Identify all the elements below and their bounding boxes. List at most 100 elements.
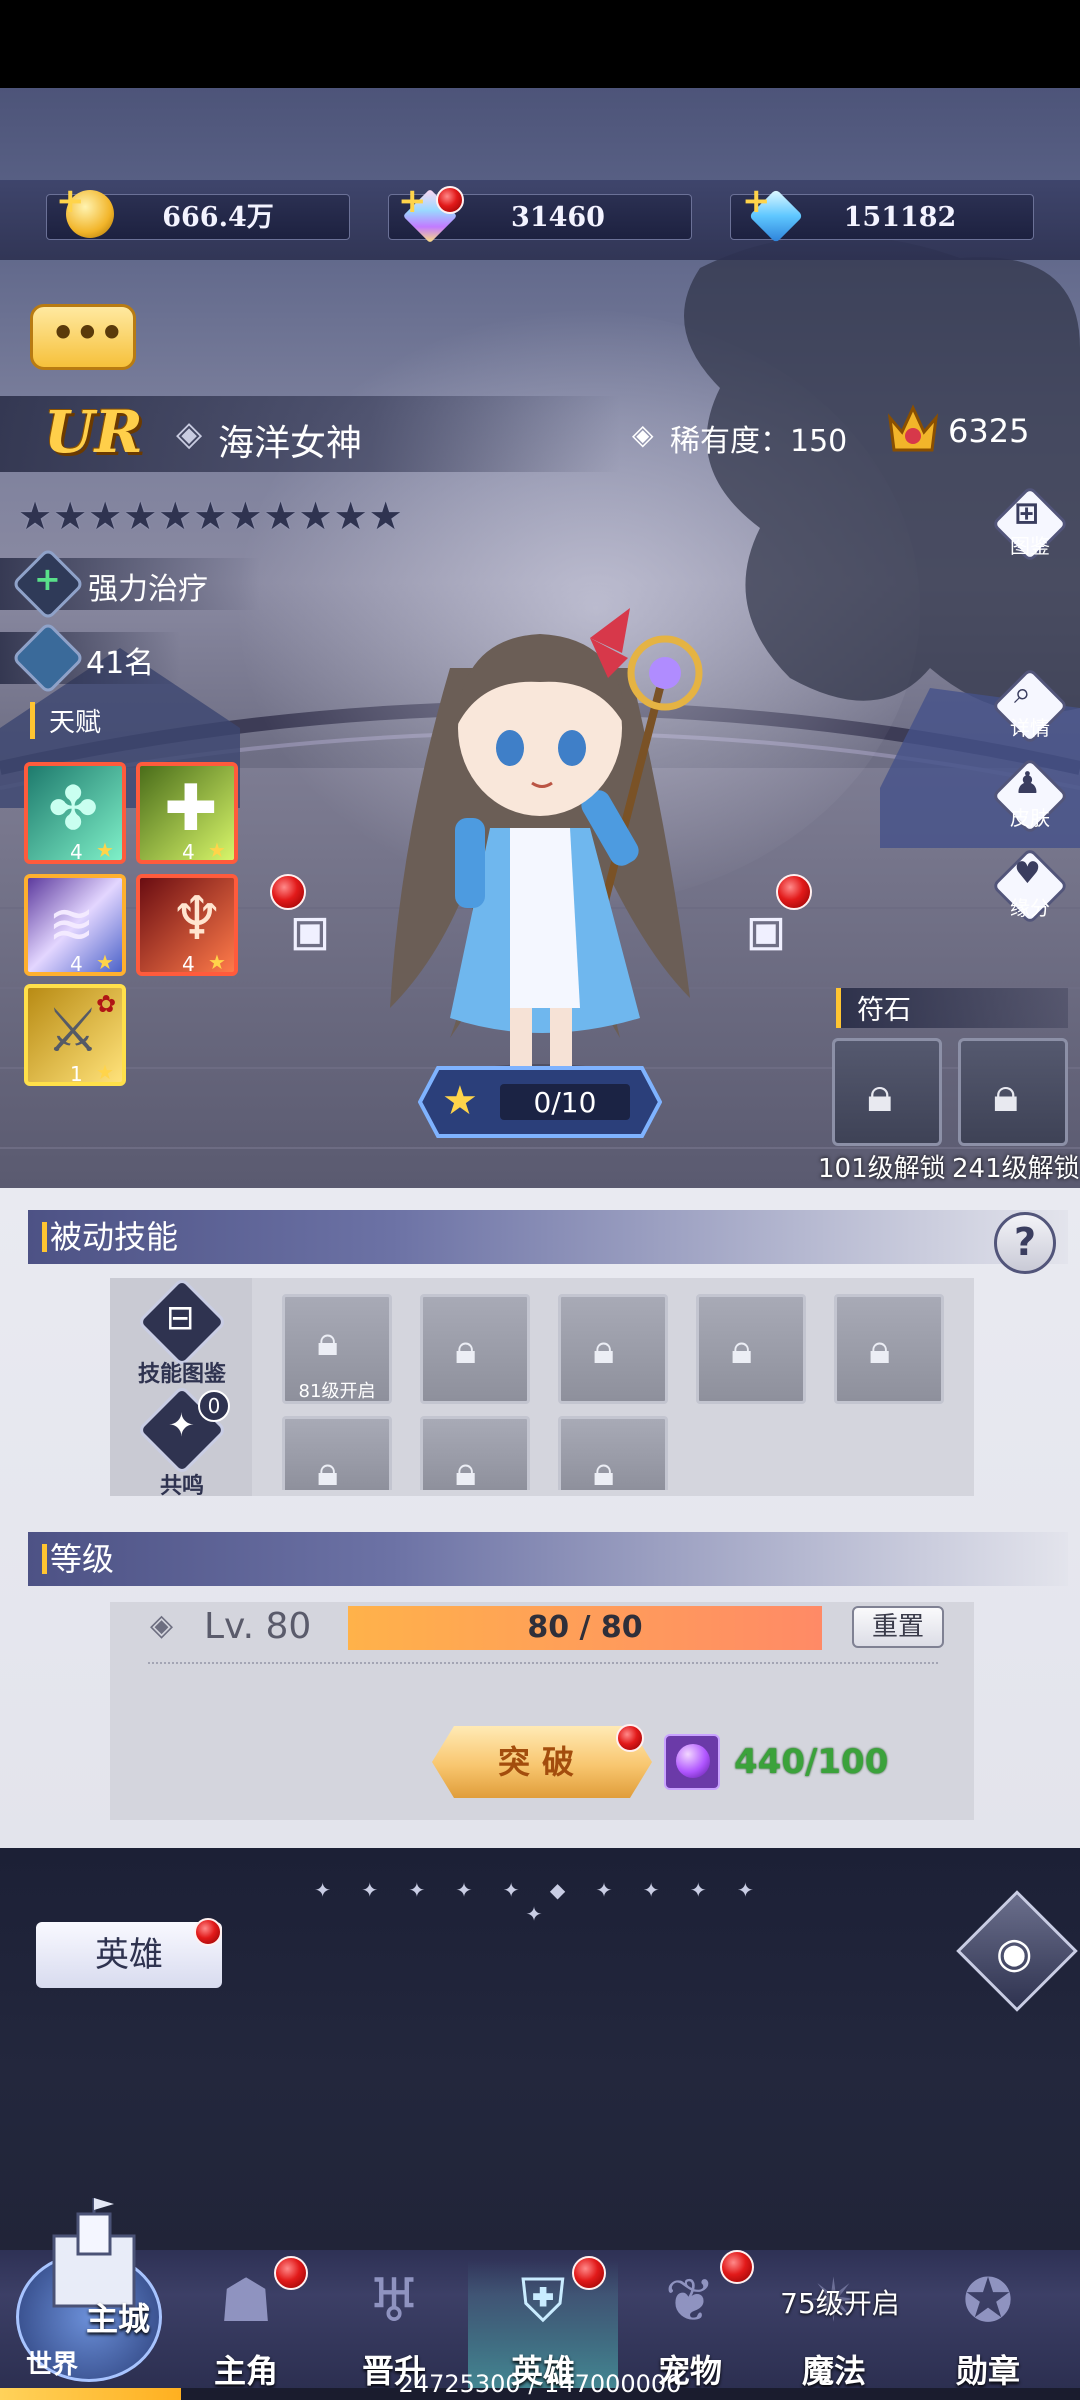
bond-label: 缘分 [1010,896,1050,920]
passive-slot-4[interactable]: 🔒︎ [696,1294,806,1404]
add-gold-icon[interactable]: + [56,184,85,218]
rune-slot-1[interactable]: 🔒︎ [832,1038,942,1146]
resonance-label: 共鸣 [159,1474,204,1499]
passive-slot-1[interactable]: 🔒︎ 81级开启 [282,1294,392,1404]
cross-heal-icon: ✚ [164,772,218,846]
rarity-diamond-icon: ◈ [632,418,654,451]
wave-icon: ≋ [48,892,95,957]
gold-value: 666.4万 [162,202,274,233]
next-hero-notification [776,874,812,910]
codex-frame-icon: ⊟ [166,1298,195,1338]
talent-skill-4[interactable]: ♆ 4 ★ [136,874,238,976]
star-progress-pill[interactable]: ★ 0/10 [417,1064,663,1140]
nav-magic-unlock: 75级开启 [780,2287,900,2320]
star-icon: ★ [96,950,114,974]
rank-tag-text: 41名 [86,646,155,681]
crystal-value: 151182 [843,202,957,233]
wings-icon: ♅ [367,2266,421,2336]
passive-slot-8[interactable]: 🔒︎ [558,1416,668,1495]
role-tag-text: 强力治疗 [88,572,208,607]
rune-slot-2-label: 241级解锁 [952,1154,1080,1184]
talent-skill-1[interactable]: ✤ 4 ★ [24,762,126,864]
star-icon: ★ [208,950,226,974]
talent-skill-5-level: 1 [70,1062,83,1086]
purple-orb-icon [664,1734,720,1790]
reset-button[interactable]: 重置 [852,1606,944,1648]
nav-city-label: 主城 [86,2300,151,2338]
clover-heal-icon: ✤ [48,774,99,844]
shirt-icon: ♟ [1014,766,1041,801]
level-exp-bar: 80 / 80 [348,1606,822,1650]
passive-slot-2[interactable]: 🔒︎ [420,1294,530,1404]
nav-hero-dot [572,2256,606,2290]
level-divider [148,1662,938,1664]
hero-character[interactable] [360,578,720,1098]
gem-value: 31460 [511,202,605,233]
level-diamond-icon: ◈ [150,1608,174,1643]
talent-skill-3-level: 4 [70,952,83,976]
rune-slot-2[interactable]: 🔒︎ [958,1038,1068,1146]
detail-label: 详情 [1010,716,1050,740]
star-progress-text: 0/10 [533,1086,597,1119]
lock-icon: 🔒︎ [869,1327,891,1373]
nav-pet-dot [720,2250,754,2284]
star-icon: ★ [96,838,114,862]
lock-icon: 🔒︎ [867,1067,893,1123]
passive-section-header: 被动技能 [28,1210,1068,1264]
star-rating: ★★★★★★★★★★★ [18,494,404,538]
chat-icon[interactable]: ••• [30,304,136,370]
material-count: 440/100 [734,1742,889,1782]
passive-slot-7[interactable]: 🔒︎ [420,1416,530,1495]
add-crystal-icon[interactable]: + [742,184,771,218]
diamond-bullet-icon: ◈ [176,414,203,454]
talent-skill-3[interactable]: ≋ 4 ★ [24,874,126,976]
lock-icon: 🔒︎ [993,1067,1019,1123]
magnifier-icon: ⌕ [1014,676,1031,711]
passive-slot-3[interactable]: 🔒︎ [558,1294,668,1404]
passive-slot-6[interactable]: 🔒︎ [282,1416,392,1495]
lock-icon: 🔒︎ [455,1449,477,1495]
nav-city[interactable]: 主城 世界 [10,2196,170,2386]
level-exp-text: 80 / 80 [527,1610,643,1645]
resonance-count: 0 [198,1390,230,1422]
codex-label: 图鉴 [1010,534,1050,558]
level-title: 等级 [28,1532,1068,1586]
status-bar [0,0,1080,88]
hero-name: 海洋女神 [218,423,363,464]
help-button[interactable]: ? [994,1212,1056,1274]
talent-title: 天赋 [30,702,101,739]
talent-skill-2-level: 4 [182,840,195,864]
prev-hero-notification [270,874,306,910]
breakthrough-notification-dot [616,1724,644,1752]
ornament-divider: ✦ ✦ ✦ ✦ ✦ ◆ ✦ ✦ ✦ ✦ ✦ [314,1878,766,1926]
resonance-star-icon: ✦ [168,1406,195,1444]
eye-icon: ◉ [996,1928,1033,1977]
talent-skill-1-level: 4 [70,840,83,864]
skill-codex-button[interactable]: ⊟ 技能图鉴 [132,1276,232,1387]
resonance-button[interactable]: ✦ 0 共鸣 [132,1384,232,1499]
locked-badge-icon: ✿ [96,990,117,1018]
talent-skill-5[interactable]: ⚔ ✿ 1 ★ [24,984,126,1086]
lock-icon: 🔒︎ [317,1319,339,1365]
add-gem-icon[interactable]: + [398,184,427,218]
blade-icon: ⚔ [46,996,100,1066]
nav-protagonist-dot [274,2256,308,2290]
lock-icon: 🔒︎ [593,1449,615,1495]
lock-icon: 🔒︎ [731,1327,753,1373]
skill-codex-label: 技能图鉴 [137,1362,226,1387]
talent-skill-2[interactable]: ✚ 4 ★ [136,762,238,864]
star-up-icon: ★ [442,1078,478,1124]
hero-power: 6325 [948,412,1030,450]
codex-plus-icon: ⊞ [1014,496,1040,531]
plus-symbol-icon: + [34,560,61,598]
passive-slot-1-label: 81级开启 [298,1381,376,1402]
rune-slot-1-label: 101级解锁 [818,1154,946,1184]
talent-skill-4-level: 4 [182,952,195,976]
lock-icon: 🔒︎ [593,1327,615,1373]
pet-face-icon: ❦ [664,2266,716,2336]
passive-slot-5[interactable]: 🔒︎ [834,1294,944,1404]
passive-title: 被动技能 [28,1210,1068,1264]
star-icon: ★ [96,1060,114,1084]
heart-icon: ♥ [1014,856,1041,891]
player-exp-text: 24725300 / 147000000 [398,2370,682,2398]
